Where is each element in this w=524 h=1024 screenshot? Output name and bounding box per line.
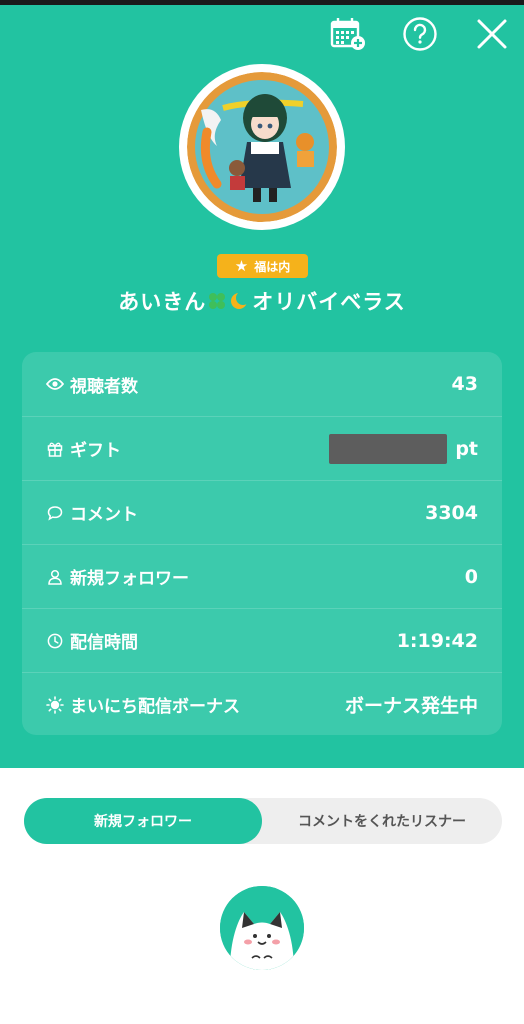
close-icon[interactable] <box>470 12 514 56</box>
stat-row-viewers: 視聴者数 43 <box>22 352 502 416</box>
streamer-avatar <box>179 64 345 230</box>
avatar[interactable] <box>220 886 304 970</box>
clock-icon <box>46 632 64 650</box>
streamer-name: あいきん オリバイベラス <box>0 286 524 316</box>
stat-label: コメント <box>70 505 138 525</box>
person-icon <box>46 568 64 586</box>
stat-unit: pt <box>455 437 478 460</box>
clover-icon <box>207 291 227 316</box>
stat-label: 視聴者数 <box>70 376 138 397</box>
gift-icon <box>46 440 64 458</box>
stat-value: 3304 <box>425 501 478 524</box>
username-prefix: あいきん <box>118 290 207 314</box>
stat-value: 43 <box>451 373 478 395</box>
calendar-add-icon[interactable] <box>326 12 370 56</box>
stat-value: 0 <box>464 565 478 588</box>
stat-label: まいにち配信ボーナス <box>70 697 240 717</box>
comment-icon <box>46 504 64 522</box>
status-badge: ★ 福は内 <box>217 254 308 278</box>
help-icon[interactable] <box>398 12 442 56</box>
sun-icon <box>46 695 64 714</box>
stat-label: 新規フォロワー <box>70 569 189 589</box>
star-icon: ★ <box>234 256 249 275</box>
stat-row-comments: コメント 3304 <box>22 480 502 544</box>
stat-row-stream-time: 配信時間 1:19:42 <box>22 608 502 672</box>
stat-label: 配信時間 <box>70 633 138 653</box>
stat-row-daily-bonus: まいにち配信ボーナス ボーナス発生中 <box>22 672 502 736</box>
stat-row-gift: ギフト pt <box>22 416 502 480</box>
stats-card: 視聴者数 43 ギフト pt コメント 3304 新規フォロワー 0 配信時間 … <box>22 352 502 735</box>
listener-tabs: 新規フォロワー コメントをくれたリスナー <box>24 798 502 844</box>
stat-label: ギフト <box>70 441 121 461</box>
eye-icon <box>46 375 64 393</box>
badge-label: 福は内 <box>254 259 291 274</box>
tab-new-followers[interactable]: 新規フォロワー <box>24 798 262 844</box>
redacted-value <box>329 433 448 464</box>
moon-icon <box>229 290 251 316</box>
username-suffix: オリバイベラス <box>252 290 406 314</box>
stat-row-new-followers: 新規フォロワー 0 <box>22 544 502 608</box>
stat-value: 1:19:42 <box>396 629 478 652</box>
tab-commented-listeners[interactable]: コメントをくれたリスナー <box>262 798 502 844</box>
stat-value: ボーナス発生中 <box>344 695 478 717</box>
